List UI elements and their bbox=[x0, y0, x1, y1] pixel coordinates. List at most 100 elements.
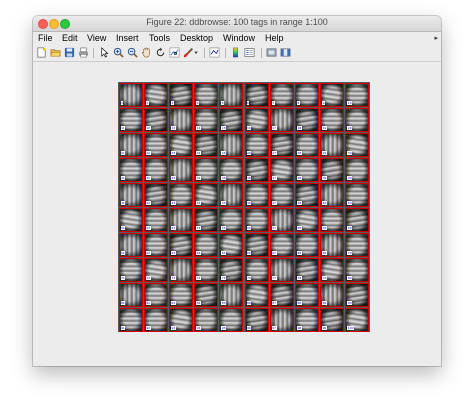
tag-tile[interactable]: 75 bbox=[219, 257, 244, 282]
brush-dropdown-icon[interactable] bbox=[193, 47, 199, 58]
tag-tile[interactable]: 62 bbox=[143, 232, 168, 257]
tag-tile[interactable]: 15 bbox=[219, 107, 244, 132]
tag-tile[interactable]: 31 bbox=[118, 157, 143, 182]
tag-tile[interactable]: 25 bbox=[219, 132, 244, 157]
tag-tile[interactable]: 55 bbox=[219, 207, 244, 232]
tag-tile[interactable]: 66 bbox=[244, 232, 269, 257]
tag-tile[interactable]: 51 bbox=[118, 207, 143, 232]
tag-tile[interactable]: 61 bbox=[118, 232, 143, 257]
tag-tile[interactable]: 7 bbox=[269, 82, 294, 107]
tag-tile[interactable]: 74 bbox=[194, 257, 219, 282]
print-icon[interactable] bbox=[78, 47, 89, 58]
tag-tile[interactable]: 19 bbox=[320, 107, 345, 132]
tag-tile[interactable]: 22 bbox=[143, 132, 168, 157]
hide-plot-tools-icon[interactable] bbox=[266, 47, 277, 58]
tag-tile[interactable]: 83 bbox=[168, 282, 194, 307]
tag-tile[interactable]: 93 bbox=[168, 307, 194, 332]
tag-tile[interactable]: 69 bbox=[320, 232, 345, 257]
zoom-out-icon[interactable] bbox=[127, 47, 138, 58]
tag-tile[interactable]: 16 bbox=[244, 107, 269, 132]
tag-tile[interactable]: 41 bbox=[118, 182, 143, 207]
tag-tile[interactable]: 91 bbox=[118, 307, 143, 332]
tag-tile[interactable]: 1 bbox=[118, 82, 143, 107]
tag-tile[interactable]: 10 bbox=[345, 82, 370, 107]
tag-tile[interactable]: 40 bbox=[345, 157, 370, 182]
menu-file[interactable]: File bbox=[38, 32, 53, 45]
tag-tile[interactable]: 64 bbox=[194, 232, 219, 257]
tag-tile[interactable]: 18 bbox=[294, 107, 320, 132]
tag-tile[interactable]: 42 bbox=[143, 182, 168, 207]
tag-tile[interactable]: 92 bbox=[143, 307, 168, 332]
tag-tile[interactable]: 36 bbox=[244, 157, 269, 182]
tag-tile[interactable]: 43 bbox=[168, 182, 194, 207]
tag-tile[interactable]: 78 bbox=[294, 257, 320, 282]
tag-tile[interactable]: 50 bbox=[345, 182, 370, 207]
tag-tile[interactable]: 58 bbox=[294, 207, 320, 232]
tag-tile[interactable]: 87 bbox=[269, 282, 294, 307]
tag-tile[interactable]: 90 bbox=[345, 282, 370, 307]
tag-tile[interactable]: 3 bbox=[168, 82, 194, 107]
pan-hand-icon[interactable] bbox=[141, 47, 152, 58]
tag-tile[interactable]: 86 bbox=[244, 282, 269, 307]
tag-tile[interactable]: 5 bbox=[219, 82, 244, 107]
tag-tile[interactable]: 23 bbox=[168, 132, 194, 157]
tag-tile[interactable]: 77 bbox=[269, 257, 294, 282]
tag-tile[interactable]: 32 bbox=[143, 157, 168, 182]
tag-tile[interactable]: 45 bbox=[219, 182, 244, 207]
insert-colorbar-icon[interactable] bbox=[230, 47, 241, 58]
menu-overflow-arrow-icon[interactable]: ▸ bbox=[434, 32, 438, 45]
tag-tile[interactable]: 100 bbox=[345, 307, 370, 332]
tag-tile[interactable]: 80 bbox=[345, 257, 370, 282]
tag-tile[interactable]: 96 bbox=[244, 307, 269, 332]
zoom-in-icon[interactable] bbox=[113, 47, 124, 58]
tag-tile[interactable]: 48 bbox=[294, 182, 320, 207]
tag-tile[interactable]: 57 bbox=[269, 207, 294, 232]
tag-tile[interactable]: 54 bbox=[194, 207, 219, 232]
tag-tile[interactable]: 95 bbox=[219, 307, 244, 332]
tag-tile[interactable]: 12 bbox=[143, 107, 168, 132]
tag-tile[interactable]: 24 bbox=[194, 132, 219, 157]
tag-tile[interactable]: 53 bbox=[168, 207, 194, 232]
tag-tile[interactable]: 98 bbox=[294, 307, 320, 332]
tag-tile[interactable]: 68 bbox=[294, 232, 320, 257]
tag-tile[interactable]: 52 bbox=[143, 207, 168, 232]
edit-plot-arrow-icon[interactable] bbox=[99, 47, 110, 58]
tag-tile[interactable]: 28 bbox=[294, 132, 320, 157]
tag-tile[interactable]: 60 bbox=[345, 207, 370, 232]
tag-tile[interactable]: 99 bbox=[320, 307, 345, 332]
tag-tile[interactable]: 20 bbox=[345, 107, 370, 132]
tag-tile[interactable]: 46 bbox=[244, 182, 269, 207]
tag-tile[interactable]: 56 bbox=[244, 207, 269, 232]
tag-tile[interactable]: 84 bbox=[194, 282, 219, 307]
menu-edit[interactable]: Edit bbox=[62, 32, 78, 45]
tag-tile[interactable]: 63 bbox=[168, 232, 194, 257]
tag-tile[interactable]: 94 bbox=[194, 307, 219, 332]
tag-tile[interactable]: 11 bbox=[118, 107, 143, 132]
rotate-3d-icon[interactable] bbox=[155, 47, 166, 58]
open-file-icon[interactable] bbox=[50, 47, 61, 58]
tag-tile[interactable]: 49 bbox=[320, 182, 345, 207]
tag-tile[interactable]: 6 bbox=[244, 82, 269, 107]
tag-tile[interactable]: 14 bbox=[194, 107, 219, 132]
menu-desktop[interactable]: Desktop bbox=[180, 32, 213, 45]
menu-window[interactable]: Window bbox=[223, 32, 255, 45]
data-cursor-icon[interactable] bbox=[169, 47, 180, 58]
menu-help[interactable]: Help bbox=[265, 32, 284, 45]
insert-legend-icon[interactable] bbox=[244, 47, 255, 58]
tag-tile[interactable]: 97 bbox=[269, 307, 294, 332]
tag-tile[interactable]: 8 bbox=[294, 82, 320, 107]
tag-tile[interactable]: 17 bbox=[269, 107, 294, 132]
tag-tile[interactable]: 4 bbox=[194, 82, 219, 107]
tag-tile[interactable]: 13 bbox=[168, 107, 194, 132]
tag-tile[interactable]: 27 bbox=[269, 132, 294, 157]
tag-tile[interactable]: 29 bbox=[320, 132, 345, 157]
tag-tile[interactable]: 33 bbox=[168, 157, 194, 182]
tag-tile[interactable]: 89 bbox=[320, 282, 345, 307]
menu-tools[interactable]: Tools bbox=[149, 32, 170, 45]
tag-tile[interactable]: 30 bbox=[345, 132, 370, 157]
title-bar[interactable]: Figure 22: ddbrowse: 100 tags in range 1… bbox=[33, 16, 441, 32]
tag-tile[interactable]: 81 bbox=[118, 282, 143, 307]
menu-view[interactable]: View bbox=[87, 32, 106, 45]
show-plot-tools-icon[interactable] bbox=[280, 47, 291, 58]
new-figure-icon[interactable] bbox=[36, 47, 47, 58]
